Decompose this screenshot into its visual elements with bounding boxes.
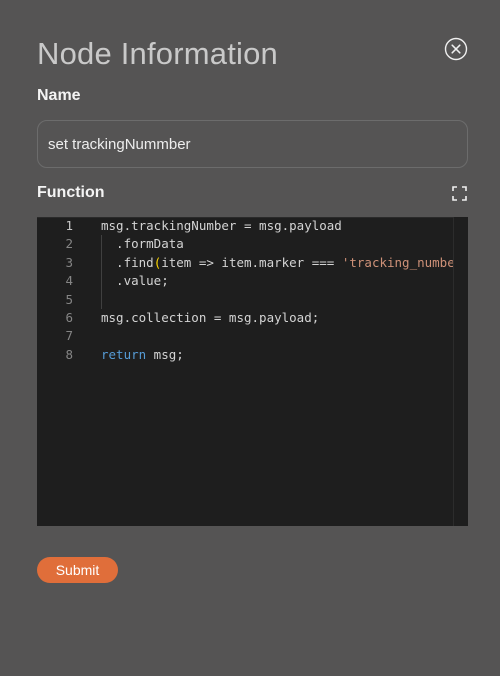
line-number: 2 [65, 236, 73, 252]
code-line: .find(item => item.marker === 'tracking_… [101, 254, 454, 270]
code-line: .value; [101, 273, 169, 289]
name-input[interactable] [37, 120, 468, 168]
fullscreen-icon[interactable] [452, 186, 467, 201]
line-number: 1 [65, 218, 73, 233]
code-line: msg.collection = msg.payload; [101, 309, 320, 325]
editor-scrollbar[interactable] [453, 217, 468, 526]
function-label: Function [37, 184, 105, 201]
line-number-gutter: 1 2 3 4 5 6 7 8 [37, 217, 77, 364]
node-information-dialog: Node Information Name Function 1 2 3 4 5… [0, 0, 500, 676]
code-line: return msg; [101, 346, 184, 362]
line-number: 6 [65, 309, 73, 325]
line-number: 4 [65, 273, 73, 289]
code-line: .formData [101, 236, 184, 252]
close-icon[interactable] [444, 37, 468, 61]
dialog-title: Node Information [37, 36, 278, 71]
line-number: 5 [65, 291, 73, 307]
name-label: Name [37, 87, 81, 104]
code-lines[interactable]: msg.trackingNumber = msg.payload .formDa… [101, 217, 454, 364]
submit-button[interactable]: Submit [37, 557, 118, 583]
code-editor[interactable]: 1 2 3 4 5 6 7 8 msg.trackingNumber = msg… [37, 217, 468, 526]
code-line: msg.trackingNumber = msg.payload [101, 218, 342, 233]
line-number: 7 [65, 328, 73, 344]
line-number: 8 [65, 346, 73, 362]
line-number: 3 [65, 254, 73, 270]
